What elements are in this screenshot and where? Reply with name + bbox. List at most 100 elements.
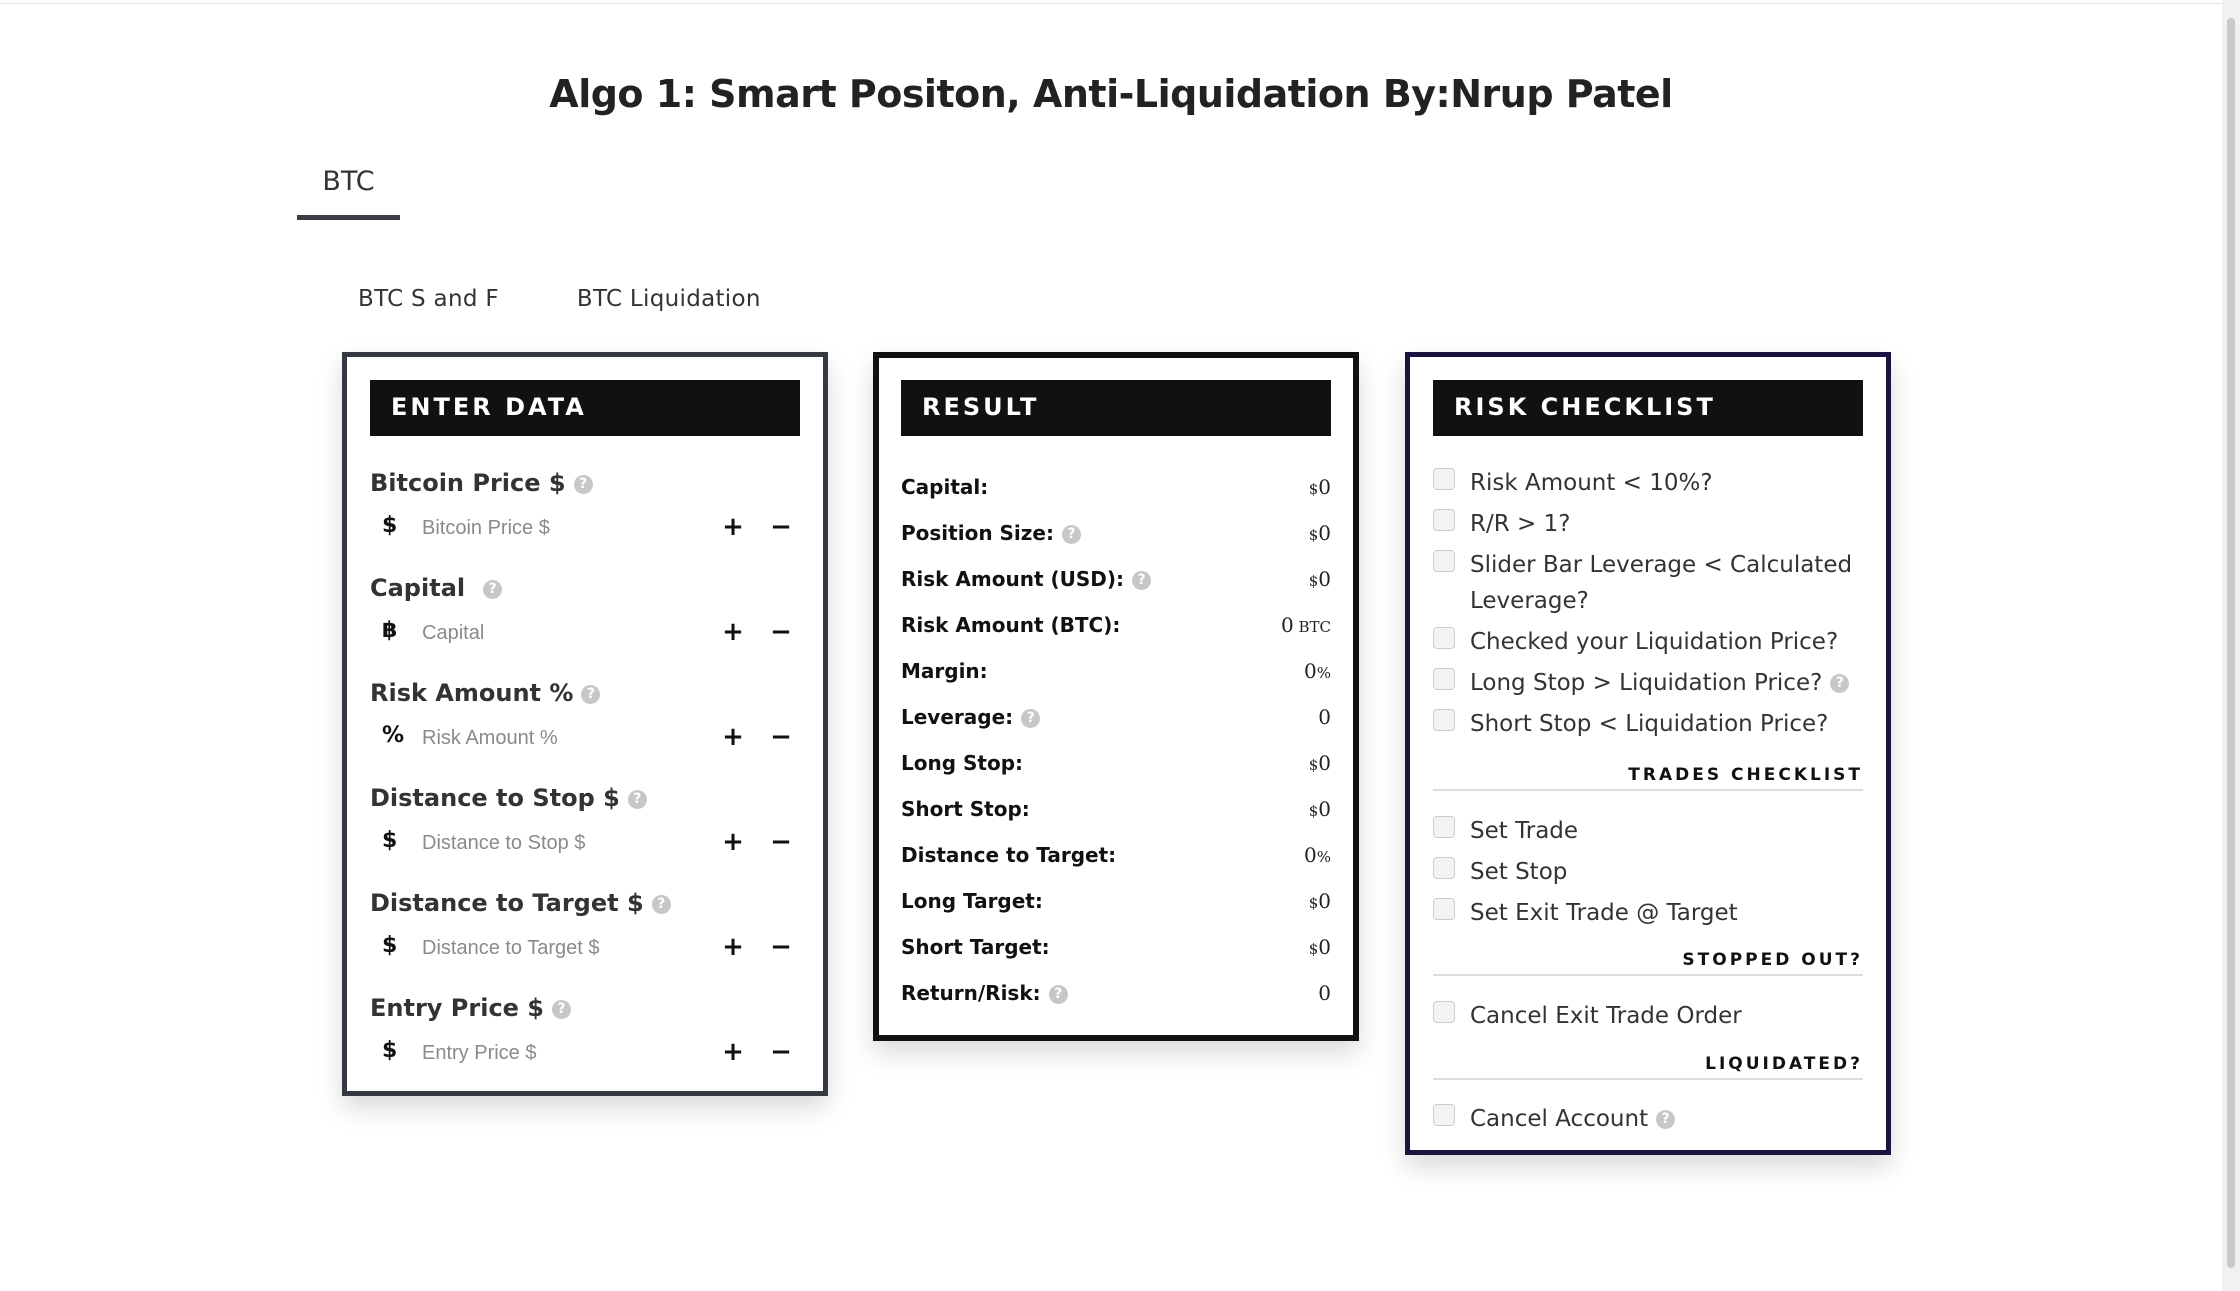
result-label: Leverage:? bbox=[901, 705, 1041, 729]
subtab-bar: BTC S and F BTC Liquidation bbox=[358, 286, 761, 312]
bitcoin-price-input[interactable] bbox=[410, 512, 690, 544]
field-label: Bitcoin Price $? bbox=[370, 469, 800, 503]
entry-price-field: Entry Price $? $ + − bbox=[370, 994, 800, 1074]
checkbox[interactable] bbox=[1433, 550, 1455, 572]
checklist-label: Short Stop < Liquidation Price? bbox=[1470, 711, 1829, 737]
result-row-position-size: Position Size:? $0 bbox=[901, 521, 1331, 555]
distance-to-target-input[interactable] bbox=[410, 932, 690, 964]
capital-input[interactable] bbox=[410, 617, 690, 649]
help-icon[interactable]: ? bbox=[552, 999, 571, 1019]
result-label: Risk Amount (USD):? bbox=[901, 567, 1152, 591]
increment-button[interactable]: + bbox=[718, 719, 748, 755]
liquidated-heading: LIQUIDATED? bbox=[1433, 1054, 1863, 1080]
help-icon[interactable]: ? bbox=[1132, 571, 1152, 590]
result-label: Margin: bbox=[901, 659, 988, 683]
enter-data-card: ENTER DATA Bitcoin Price $? $ + − Capita… bbox=[342, 352, 828, 1096]
checklist-label: Risk Amount < 10%? bbox=[1470, 470, 1713, 496]
increment-button[interactable]: + bbox=[718, 929, 748, 965]
subtab-btc-s-and-f[interactable]: BTC S and F bbox=[358, 286, 499, 312]
help-icon[interactable]: ? bbox=[1830, 674, 1850, 693]
field-label: Distance to Target $? bbox=[370, 889, 800, 923]
increment-button[interactable]: + bbox=[718, 614, 748, 650]
increment-button[interactable]: + bbox=[718, 824, 748, 860]
help-icon[interactable]: ? bbox=[573, 474, 593, 494]
result-value: 0 bbox=[1318, 705, 1331, 729]
result-value: $0 bbox=[1308, 475, 1331, 499]
page-scrollbar[interactable] bbox=[2222, 0, 2240, 1291]
result-row-short-target: Short Target: $0 bbox=[901, 935, 1331, 969]
help-icon[interactable]: ? bbox=[1061, 525, 1081, 544]
checkbox[interactable] bbox=[1433, 709, 1455, 731]
risk-amount-field: Risk Amount %? % + − bbox=[370, 679, 800, 759]
page-title: Algo 1: Smart Positon, Anti-Liquidation … bbox=[549, 72, 1673, 116]
result-row-distance-to-target: Distance to Target: 0% bbox=[901, 843, 1331, 877]
percent-icon: % bbox=[382, 723, 405, 748]
result-label: Short Stop: bbox=[901, 797, 1030, 821]
risk-amount-input[interactable] bbox=[410, 722, 690, 754]
checklist-label: Set Exit Trade @ Target bbox=[1470, 900, 1738, 926]
result-row-return-risk: Return/Risk:? 0 bbox=[901, 981, 1331, 1015]
input-row: $ + − bbox=[370, 824, 800, 864]
checkbox[interactable] bbox=[1433, 468, 1455, 490]
result-value: $0 bbox=[1308, 521, 1331, 545]
decrement-button[interactable]: − bbox=[766, 509, 796, 545]
checkbox[interactable] bbox=[1433, 857, 1455, 879]
checkbox[interactable] bbox=[1433, 1001, 1455, 1023]
increment-button[interactable]: + bbox=[718, 1034, 748, 1070]
decrement-button[interactable]: − bbox=[766, 719, 796, 755]
result-row-risk-usd: Risk Amount (USD):? $0 bbox=[901, 567, 1331, 601]
help-icon[interactable]: ? bbox=[1656, 1110, 1676, 1129]
distance-to-stop-input[interactable] bbox=[410, 827, 690, 859]
trades-checklist-heading: TRADES CHECKLIST bbox=[1433, 765, 1863, 791]
decrement-button[interactable]: − bbox=[766, 824, 796, 860]
tab-btc[interactable]: BTC bbox=[297, 150, 400, 220]
bitcoin-icon: ฿ bbox=[382, 618, 398, 643]
field-label: Risk Amount %? bbox=[370, 679, 800, 713]
result-value: $0 bbox=[1308, 751, 1331, 775]
result-row-long-target: Long Target: $0 bbox=[901, 889, 1331, 923]
enter-data-heading: ENTER DATA bbox=[370, 380, 800, 436]
checklist-label: Checked your Liquidation Price? bbox=[1470, 629, 1839, 655]
subtab-btc-liquidation[interactable]: BTC Liquidation bbox=[577, 286, 761, 312]
result-row-margin: Margin: 0% bbox=[901, 659, 1331, 693]
result-value: 0 BTC bbox=[1280, 613, 1331, 637]
checklist-label: Cancel Account? bbox=[1470, 1101, 1860, 1137]
tab-btc-label: BTC bbox=[322, 166, 375, 197]
increment-button[interactable]: + bbox=[718, 509, 748, 545]
help-icon[interactable]: ? bbox=[651, 894, 671, 914]
checkbox[interactable] bbox=[1433, 816, 1455, 838]
entry-price-input[interactable] bbox=[410, 1037, 690, 1069]
checkbox[interactable] bbox=[1433, 627, 1455, 649]
input-row: % + − bbox=[370, 719, 800, 759]
checkbox[interactable] bbox=[1433, 509, 1455, 531]
field-label: Capital? bbox=[370, 574, 800, 608]
checkbox[interactable] bbox=[1433, 668, 1455, 690]
checklist-label: Set Stop bbox=[1470, 859, 1568, 885]
decrement-button[interactable]: − bbox=[766, 1034, 796, 1070]
checkbox[interactable] bbox=[1433, 898, 1455, 920]
distance-to-stop-field: Distance to Stop $? $ + − bbox=[370, 784, 800, 864]
result-row-leverage: Leverage:? 0 bbox=[901, 705, 1331, 739]
decrement-button[interactable]: − bbox=[766, 614, 796, 650]
help-icon[interactable]: ? bbox=[1048, 985, 1068, 1004]
checklist-label: R/R > 1? bbox=[1470, 511, 1571, 537]
dollar-icon: $ bbox=[382, 828, 398, 853]
result-value: 0% bbox=[1304, 843, 1331, 867]
field-label: Entry Price $? bbox=[370, 994, 800, 1028]
top-rule bbox=[0, 0, 2222, 4]
risk-checklist-heading: RISK CHECKLIST bbox=[1433, 380, 1863, 436]
decrement-button[interactable]: − bbox=[766, 929, 796, 965]
result-label: Return/Risk:? bbox=[901, 981, 1068, 1005]
help-icon[interactable]: ? bbox=[1021, 709, 1041, 728]
scrollbar-thumb[interactable] bbox=[2227, 18, 2235, 1268]
result-heading: RESULT bbox=[901, 380, 1331, 436]
help-icon[interactable]: ? bbox=[581, 684, 601, 704]
result-value: $0 bbox=[1308, 889, 1331, 913]
help-icon[interactable]: ? bbox=[483, 579, 503, 599]
help-icon[interactable]: ? bbox=[627, 789, 647, 809]
result-row-risk-btc: Risk Amount (BTC): 0 BTC bbox=[901, 613, 1331, 647]
checkbox[interactable] bbox=[1433, 1104, 1455, 1126]
result-value: $0 bbox=[1308, 797, 1331, 821]
dollar-icon: $ bbox=[382, 513, 398, 538]
dollar-icon: $ bbox=[382, 933, 398, 958]
